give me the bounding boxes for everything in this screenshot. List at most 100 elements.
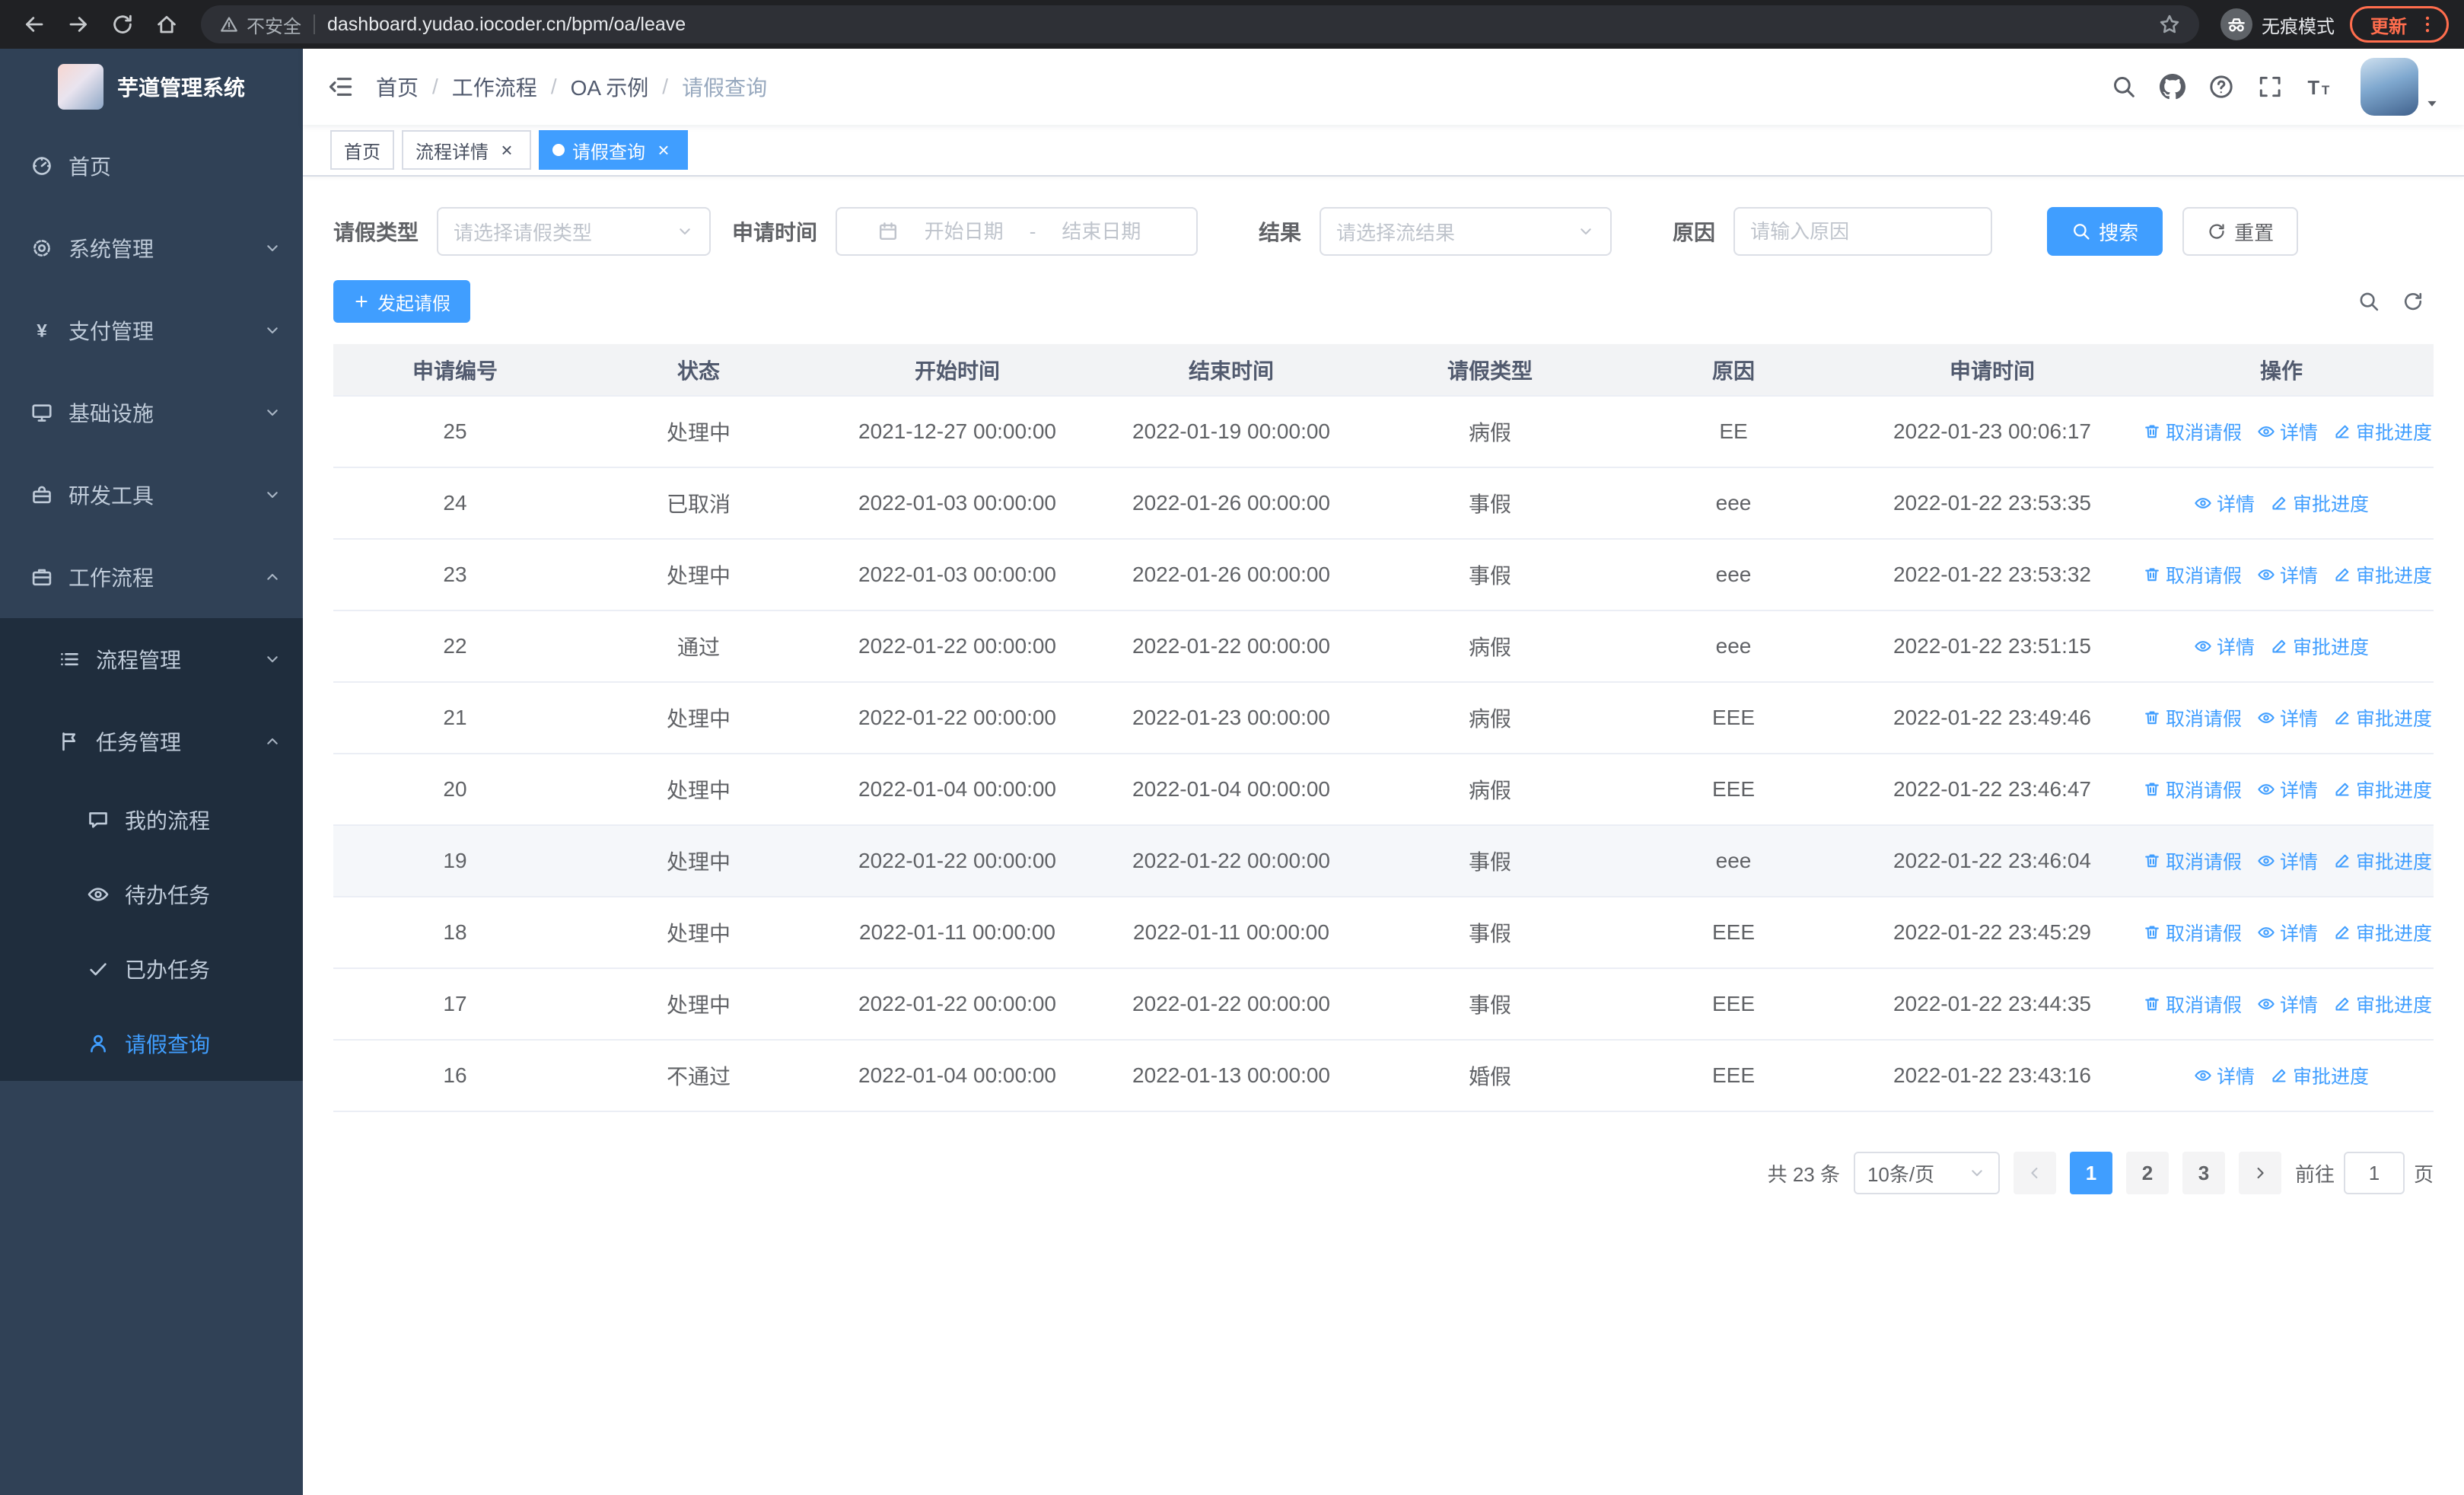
detail-link[interactable]: 详情: [2194, 489, 2255, 517]
create-leave-button[interactable]: 发起请假: [333, 280, 470, 323]
sidebar-item-done-task[interactable]: 已办任务: [0, 932, 303, 1006]
table-row[interactable]: 23 处理中 2022-01-03 00:00:00 2022-01-26 00:00…: [333, 539, 2434, 611]
font-size-icon[interactable]: TT: [2306, 74, 2332, 100]
table-row[interactable]: 21 处理中 2022-01-22 00:00:00 2022-01-23 00:00…: [333, 682, 2434, 754]
detail-link[interactable]: 详情: [2257, 561, 2318, 588]
reset-button[interactable]: 重置: [2182, 207, 2299, 256]
leave-type-select[interactable]: 请选择请假类型: [437, 207, 712, 256]
progress-link[interactable]: 审批进度: [2270, 633, 2369, 660]
edit-icon: [2270, 637, 2288, 655]
progress-link[interactable]: 审批进度: [2333, 919, 2432, 946]
table-row[interactable]: 24 已取消 2022-01-03 00:00:00 2022-01-26 00:00…: [333, 467, 2434, 540]
sidebar-collapse-button[interactable]: [327, 73, 355, 100]
cancel-link[interactable]: 取消请假: [2143, 776, 2242, 803]
end-date-input[interactable]: [1046, 219, 1157, 244]
browser-reload-button[interactable]: [103, 5, 142, 43]
tab-leave-query[interactable]: 请假查询 ×: [539, 130, 688, 170]
search-icon[interactable]: [2111, 74, 2137, 100]
sidebar-item-system-management[interactable]: 系统管理: [0, 207, 303, 289]
tab-process-detail[interactable]: 流程详情 ×: [402, 130, 531, 170]
start-date-input[interactable]: [909, 219, 1019, 244]
progress-link[interactable]: 审批进度: [2270, 1062, 2369, 1089]
progress-link[interactable]: 审批进度: [2333, 418, 2432, 445]
question-icon[interactable]: [2208, 74, 2234, 100]
page-button-1[interactable]: 1: [2069, 1152, 2112, 1194]
table-row[interactable]: 18 处理中 2022-01-11 00:00:00 2022-01-11 00:00…: [333, 897, 2434, 969]
sidebar-item-task-management[interactable]: 任务管理: [0, 700, 303, 783]
cancel-link[interactable]: 取消请假: [2143, 561, 2242, 588]
browser-forward-button[interactable]: [59, 5, 97, 43]
bookmark-star-icon[interactable]: [2158, 13, 2181, 36]
github-icon[interactable]: [2160, 74, 2185, 100]
browser-back-button[interactable]: [15, 5, 53, 43]
sidebar-item-workflow[interactable]: 工作流程: [0, 536, 303, 618]
sidebar-item-home[interactable]: 首页: [0, 125, 303, 207]
cell-reason: EEE: [1612, 754, 1855, 826]
progress-link[interactable]: 审批进度: [2333, 990, 2432, 1018]
cell-reason: eee: [1612, 539, 1855, 611]
table-row[interactable]: 16 不通过 2022-01-04 00:00:00 2022-01-13 00:00…: [333, 1040, 2434, 1112]
table-row[interactable]: 20 处理中 2022-01-04 00:00:00 2022-01-04 00:00…: [333, 754, 2434, 826]
cancel-link[interactable]: 取消请假: [2143, 990, 2242, 1018]
sidebar-item-todo-task[interactable]: 待办任务: [0, 857, 303, 932]
result-select[interactable]: 请选择流结果: [1320, 207, 1612, 256]
browser-home-button[interactable]: [148, 5, 186, 43]
cancel-link[interactable]: 取消请假: [2143, 418, 2242, 445]
progress-link[interactable]: 审批进度: [2333, 561, 2432, 588]
detail-link[interactable]: 详情: [2194, 633, 2255, 660]
tab-home[interactable]: 首页: [330, 130, 394, 170]
detail-link[interactable]: 详情: [2257, 919, 2318, 946]
close-icon[interactable]: ×: [496, 139, 517, 161]
sidebar-item-my-process[interactable]: 我的流程: [0, 783, 303, 857]
update-button[interactable]: 更新: [2350, 6, 2449, 43]
sidebar-item-leave-query[interactable]: 请假查询: [0, 1006, 303, 1081]
address-bar[interactable]: 不安全 dashboard.yudao.iocoder.cn/bpm/oa/le…: [201, 5, 2199, 43]
sidebar-item-dev-tools[interactable]: 研发工具: [0, 454, 303, 536]
trash-icon: [2143, 422, 2161, 441]
cancel-link[interactable]: 取消请假: [2143, 704, 2242, 732]
progress-link[interactable]: 审批进度: [2270, 489, 2369, 517]
detail-link[interactable]: 详情: [2257, 847, 2318, 875]
breadcrumb-item[interactable]: 工作流程: [452, 72, 537, 102]
sidebar-item-payment-management[interactable]: ¥ 支付管理: [0, 289, 303, 371]
table-row[interactable]: 25 处理中 2021-12-27 00:00:00 2022-01-19 00:00…: [333, 396, 2434, 468]
detail-link[interactable]: 详情: [2257, 704, 2318, 732]
update-label: 更新: [2370, 16, 2407, 37]
fullscreen-icon[interactable]: [2257, 74, 2283, 100]
detail-link[interactable]: 详情: [2194, 1062, 2255, 1089]
detail-link[interactable]: 详情: [2257, 776, 2318, 803]
table-row[interactable]: 22 通过 2022-01-22 00:00:00 2022-01-22 00:00:…: [333, 610, 2434, 683]
prev-page-button[interactable]: [2013, 1152, 2056, 1194]
toggle-search-icon[interactable]: [2357, 290, 2380, 313]
page-button-2[interactable]: 2: [2125, 1152, 2169, 1194]
breadcrumb-item[interactable]: OA 示例: [571, 72, 649, 102]
sidebar-item-process-management[interactable]: 流程管理: [0, 618, 303, 700]
progress-link[interactable]: 审批进度: [2333, 847, 2432, 875]
cancel-link[interactable]: 取消请假: [2143, 919, 2242, 946]
page-size-select[interactable]: 10条/页: [1853, 1152, 2000, 1194]
page-button-3[interactable]: 3: [2182, 1152, 2225, 1194]
search-button[interactable]: 搜索: [2047, 207, 2163, 256]
progress-link[interactable]: 审批进度: [2333, 704, 2432, 732]
next-page-button[interactable]: [2238, 1152, 2281, 1194]
app-logo[interactable]: 芋道管理系统: [0, 49, 303, 125]
detail-link[interactable]: 详情: [2257, 990, 2318, 1018]
table-row[interactable]: 17 处理中 2022-01-22 00:00:00 2022-01-22 00:00…: [333, 968, 2434, 1041]
sidebar-item-label: 任务管理: [96, 731, 182, 754]
apply-time-range-picker[interactable]: -: [836, 207, 1199, 256]
kebab-menu-icon[interactable]: [2418, 14, 2437, 34]
progress-link[interactable]: 审批进度: [2333, 776, 2432, 803]
cancel-link[interactable]: 取消请假: [2143, 847, 2242, 875]
user-menu[interactable]: [2361, 58, 2440, 116]
sidebar-item-infrastructure[interactable]: 基础设施: [0, 371, 303, 454]
detail-label: 详情: [2280, 779, 2319, 802]
goto-page-input[interactable]: [2343, 1152, 2405, 1194]
refresh-table-icon[interactable]: [2402, 290, 2424, 313]
detail-link[interactable]: 详情: [2257, 418, 2318, 445]
close-icon[interactable]: ×: [653, 139, 674, 161]
breadcrumb-item[interactable]: 首页: [376, 72, 419, 102]
security-warning[interactable]: 不安全: [219, 11, 301, 38]
user-avatar[interactable]: [2361, 58, 2418, 116]
reason-input[interactable]: [1750, 219, 1976, 244]
table-row[interactable]: 19 处理中 2022-01-22 00:00:00 2022-01-22 00:00…: [333, 825, 2434, 897]
